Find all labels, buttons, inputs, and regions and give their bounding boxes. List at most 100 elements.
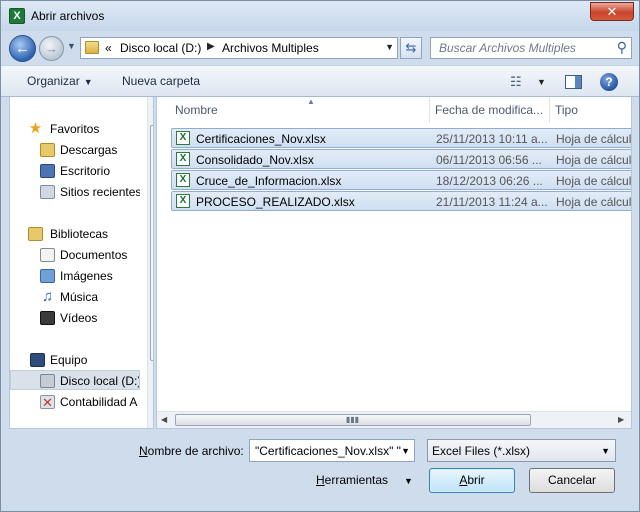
tools-button[interactable]: Herramientas: [316, 473, 388, 487]
nav-escritorio-label: Escritorio: [60, 164, 111, 178]
grip-icon: ▮▮▮: [346, 415, 360, 424]
videos-icon: [40, 311, 55, 325]
nav-sitios-recientes[interactable]: Sitios recientes: [10, 182, 140, 202]
drive-icon: [40, 374, 55, 388]
scrollbar-thumb[interactable]: ▮▮▮: [175, 414, 531, 426]
file-row[interactable]: X PROCESO_REALIZADO.xlsx 21/11/2013 11:2…: [171, 191, 632, 211]
address-bar[interactable]: « Disco local (D:) ▶ Archivos Multiples …: [80, 37, 398, 59]
scrollbar-thumb[interactable]: ≡: [150, 125, 153, 361]
breadcrumb-arrow-icon[interactable]: ▶: [207, 41, 215, 52]
navigation-scrollbar[interactable]: ▲ ≡ ▼: [147, 97, 153, 428]
filename-label-accesskey: N: [139, 444, 148, 458]
search-icon[interactable]: ⚲: [617, 39, 627, 56]
file-name: Certificaciones_Nov.xlsx: [196, 132, 326, 146]
title-bar: X Abrir archivos ✕: [1, 1, 639, 31]
chevron-down-icon[interactable]: ▼: [601, 446, 610, 456]
change-view-icon[interactable]: ☷: [510, 74, 522, 90]
nav-musica-label: Música: [60, 290, 99, 304]
nav-favoritos-label: Favoritos: [50, 122, 100, 136]
file-row[interactable]: X Cruce_de_Informacion.xlsx 18/12/2013 0…: [171, 170, 632, 190]
view-options-dropdown[interactable]: ▼: [537, 77, 546, 87]
tools-label: erramientas: [324, 473, 389, 487]
file-date: 18/12/2013 06:26 ...: [436, 174, 543, 188]
file-type: Hoja de cálculo: [556, 195, 632, 209]
nav-escritorio[interactable]: Escritorio: [10, 161, 140, 181]
close-button[interactable]: ✕: [590, 2, 634, 21]
open-label: brir: [467, 473, 485, 487]
column-header-name[interactable]: Nombre ▲: [169, 97, 429, 123]
preview-pane-icon[interactable]: [565, 75, 582, 89]
nav-equipo[interactable]: Equipo: [10, 350, 140, 370]
nav-bibliotecas-label: Bibliotecas: [50, 227, 109, 241]
open-file-dialog: X Abrir archivos ✕ ← → ▼ « Disco local (…: [0, 0, 640, 512]
nav-documentos-label: Documentos: [60, 248, 128, 262]
organize-button[interactable]: Organizar ▼: [27, 74, 93, 88]
new-folder-button[interactable]: Nueva carpeta: [122, 74, 200, 88]
scroll-up-arrow-icon[interactable]: ▲: [151, 100, 153, 109]
horizontal-scrollbar[interactable]: ◀ ▮▮▮ ▶: [157, 411, 631, 428]
downloads-folder-icon: [40, 143, 55, 157]
documents-icon: [40, 248, 55, 262]
address-overflow-chevron[interactable]: «: [105, 41, 112, 55]
nav-descargas[interactable]: Descargas: [10, 140, 140, 160]
scroll-right-arrow-icon[interactable]: ▶: [618, 415, 624, 424]
excel-file-icon: X: [176, 173, 190, 187]
nav-imagenes-label: Imágenes: [60, 269, 113, 283]
sort-ascending-icon: ▲: [307, 97, 315, 106]
desktop-icon: [40, 164, 55, 178]
file-row[interactable]: X Consolidado_Nov.xlsx 06/11/2013 06:56 …: [171, 149, 631, 169]
nav-musica[interactable]: ♫ Música: [10, 287, 140, 307]
file-type-select[interactable]: Excel Files (*.xlsx) ▼: [427, 439, 616, 462]
nav-documentos[interactable]: Documentos: [10, 245, 140, 265]
computer-icon: [30, 353, 45, 367]
file-date: 25/11/2013 10:11 a...: [436, 132, 548, 146]
nav-disco-local[interactable]: Disco local (D:): [10, 370, 140, 390]
search-placeholder: Buscar Archivos Multiples: [439, 41, 576, 55]
file-date: 06/11/2013 06:56 ...: [436, 153, 542, 167]
disconnected-drive-icon: ✕: [40, 395, 55, 410]
excel-app-icon: X: [9, 8, 25, 24]
nav-disco-local-label: Disco local (D:): [60, 374, 140, 388]
open-button[interactable]: Abrir: [429, 468, 515, 493]
scroll-down-arrow-icon[interactable]: ▼: [151, 415, 153, 424]
nav-videos-label: Vídeos: [60, 311, 98, 325]
column-header-date[interactable]: Fecha de modifica...: [429, 97, 549, 123]
file-name: Cruce_de_Informacion.xlsx: [196, 174, 342, 188]
breadcrumb-archivos-multiples[interactable]: Archivos Multiples: [222, 41, 319, 55]
nav-videos[interactable]: Vídeos: [10, 308, 140, 328]
nav-bibliotecas[interactable]: Bibliotecas: [10, 224, 140, 244]
tools-accesskey: H: [316, 473, 325, 487]
chevron-down-icon[interactable]: ▼: [404, 476, 413, 486]
file-type: Hoja de cálculo: [556, 174, 632, 188]
search-input[interactable]: Buscar Archivos Multiples ⚲: [430, 37, 632, 59]
recent-locations-dropdown[interactable]: ▼: [67, 41, 76, 51]
nav-imagenes[interactable]: Imágenes: [10, 266, 140, 286]
folder-icon: [85, 41, 99, 54]
address-row: ← → ▼ « Disco local (D:) ▶ Archivos Mult…: [1, 31, 639, 65]
excel-file-icon: X: [176, 194, 190, 208]
refresh-button[interactable]: ⇆: [400, 37, 422, 59]
pictures-icon: [40, 269, 55, 283]
filename-value: "Certificaciones_Nov.xlsx" ": [255, 444, 401, 458]
forward-button[interactable]: →: [39, 36, 64, 61]
file-date: 21/11/2013 11:24 a...: [436, 195, 548, 209]
cancel-button[interactable]: Cancelar: [529, 468, 615, 493]
nav-equipo-label: Equipo: [50, 353, 88, 367]
excel-file-icon: X: [176, 131, 190, 145]
nav-contabilidad[interactable]: ✕ Contabilidad A: [10, 392, 140, 412]
chevron-down-icon[interactable]: ▼: [401, 446, 410, 456]
organize-label: Organizar: [27, 74, 80, 88]
column-date-label: Fecha de modifica...: [435, 103, 544, 117]
back-button[interactable]: ←: [9, 35, 36, 62]
window-title: Abrir archivos: [31, 9, 105, 23]
breadcrumb-disco-local[interactable]: Disco local (D:): [120, 41, 201, 55]
filename-label: Nombre de archivo:: [139, 444, 244, 458]
filename-input[interactable]: "Certificaciones_Nov.xlsx" " ▼: [249, 439, 415, 462]
nav-favoritos[interactable]: ★ Favoritos: [10, 119, 140, 139]
file-row[interactable]: X Certificaciones_Nov.xlsx 25/11/2013 10…: [171, 128, 631, 148]
address-history-dropdown[interactable]: ▼: [385, 42, 394, 52]
help-icon[interactable]: ?: [600, 73, 618, 91]
scroll-left-arrow-icon[interactable]: ◀: [161, 415, 167, 424]
music-icon: ♫: [41, 288, 54, 305]
column-header-type[interactable]: Tipo: [549, 97, 631, 123]
